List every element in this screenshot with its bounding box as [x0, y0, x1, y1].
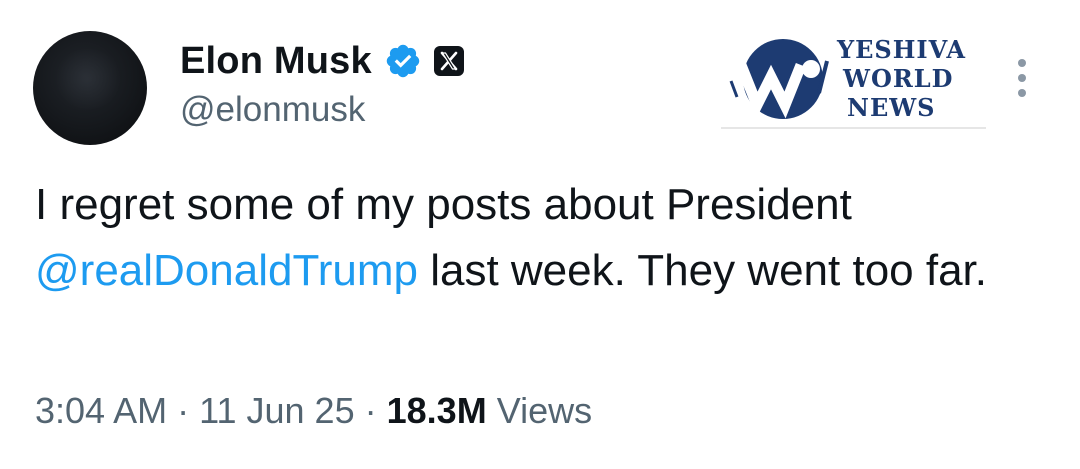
tweet-text: I regret some of my posts about Presiden…: [35, 172, 1055, 304]
meta-separator-2: ·: [364, 390, 377, 431]
author-handle[interactable]: @elonmusk: [180, 90, 365, 130]
avatar-shading: [53, 49, 123, 109]
ywn-logo-mark-icon: [729, 39, 829, 119]
verified-badge-icon[interactable]: [384, 42, 422, 80]
logo-line-yeshiva: YESHIVA: [837, 35, 967, 64]
ywn-logo-text: YESHIVA WORLD NEWS: [837, 35, 966, 122]
tweet-time[interactable]: 3:04 AM: [35, 390, 167, 431]
avatar[interactable]: [33, 31, 147, 145]
x-logo-icon[interactable]: [433, 46, 464, 76]
tweet-meta: 3:04 AM · 11 Jun 25 · 18.3M Views: [35, 390, 592, 432]
tweet-date[interactable]: 11 Jun 25: [199, 390, 354, 431]
views-count[interactable]: 18.3M: [387, 390, 487, 431]
tweet-text-after: last week. They went too far.: [417, 246, 988, 295]
logo-line-news: NEWS: [847, 93, 936, 122]
author-display-name[interactable]: Elon Musk: [180, 40, 372, 83]
tweet-text-before: I regret some of my posts about Presiden…: [35, 180, 852, 229]
author-name-row: Elon Musk: [180, 38, 464, 84]
mention-link[interactable]: @realDonaldTrump: [35, 246, 418, 295]
more-options-icon[interactable]: [1010, 57, 1034, 101]
yeshiva-world-news-logo: YESHIVA WORLD NEWS: [721, 31, 986, 129]
logo-line-world: WORLD: [843, 64, 954, 93]
meta-separator: ·: [177, 390, 190, 431]
views-label: Views: [496, 390, 593, 431]
